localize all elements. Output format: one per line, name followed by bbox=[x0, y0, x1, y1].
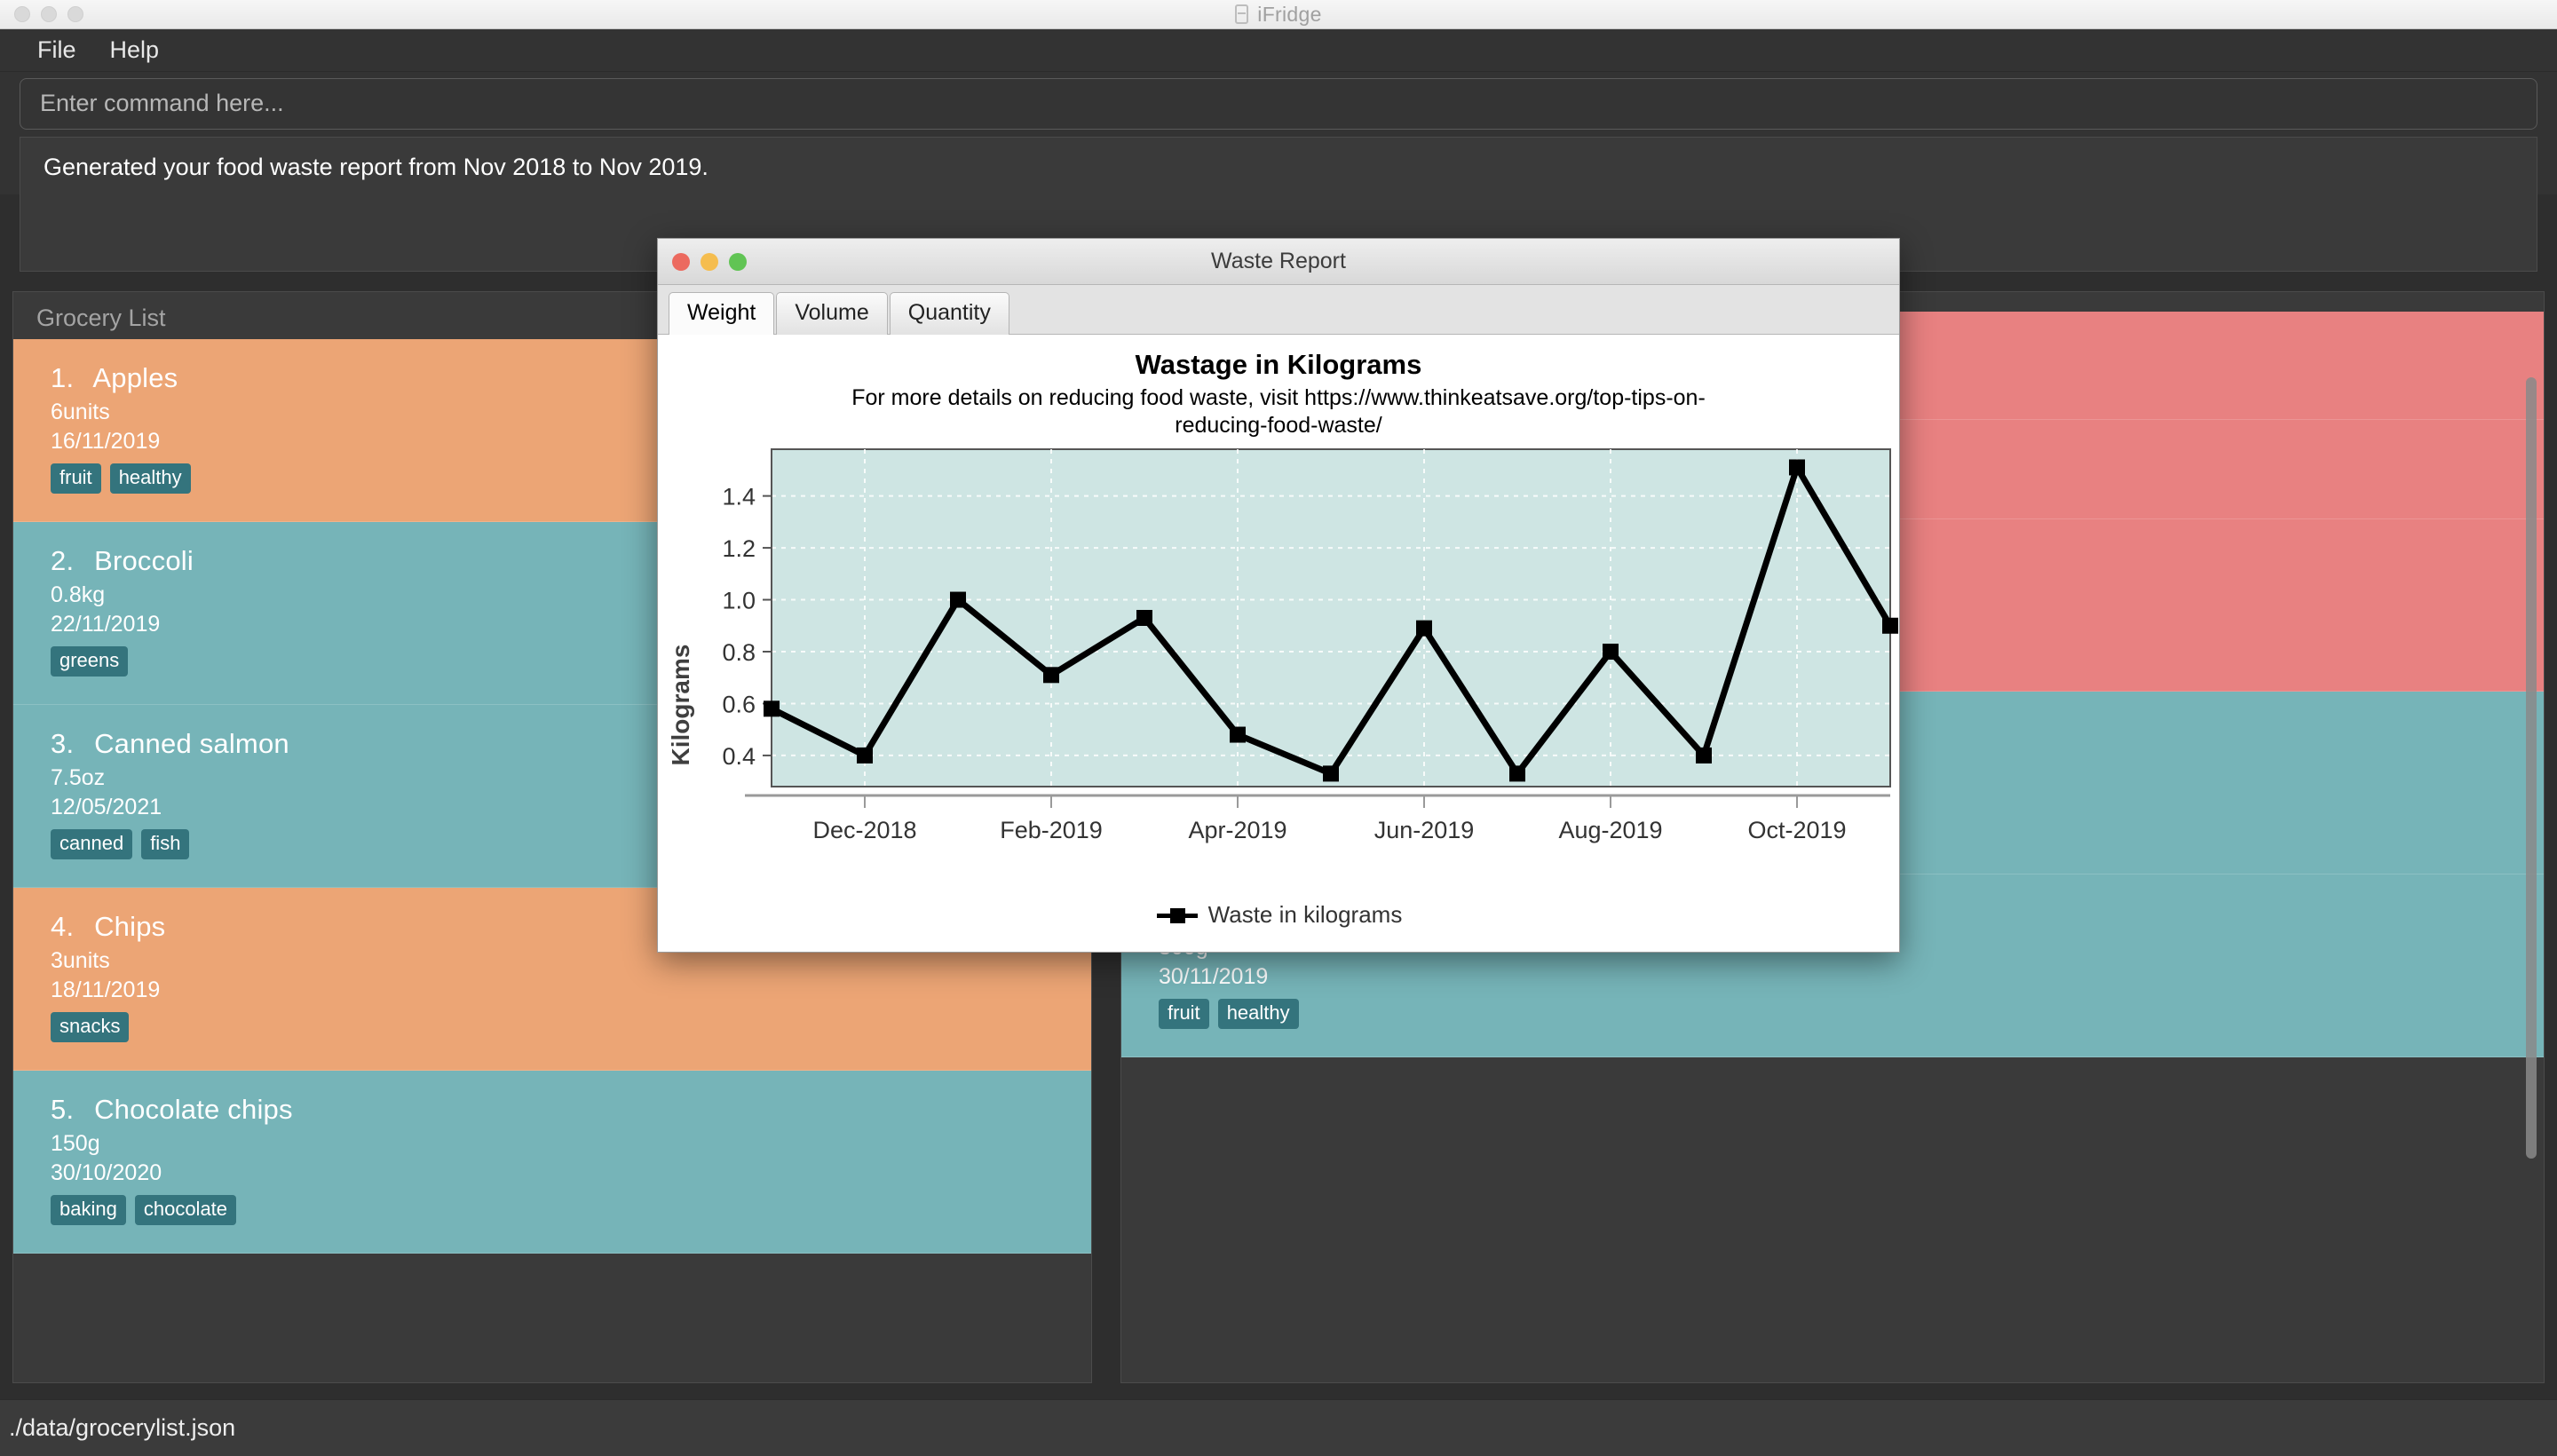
fridge-icon bbox=[1235, 4, 1248, 24]
tag[interactable]: chocolate bbox=[135, 1195, 236, 1225]
item-date: 30/11/2019 bbox=[1159, 962, 2519, 992]
list-item[interactable]: 5. Chocolate chips 150g 30/10/2020 bakin… bbox=[13, 1071, 1091, 1254]
legend-label: Waste in kilograms bbox=[1208, 901, 1403, 929]
status-bar: ./data/grocerylist.json bbox=[0, 1399, 2557, 1456]
svg-text:Feb-2019: Feb-2019 bbox=[1000, 817, 1103, 843]
tag[interactable]: fruit bbox=[51, 463, 101, 494]
dialog-title: Waste Report bbox=[658, 249, 1899, 274]
scrollbar-thumb[interactable] bbox=[2526, 377, 2537, 1159]
item-name: Chips bbox=[94, 911, 165, 942]
tag[interactable]: baking bbox=[51, 1195, 126, 1225]
menu-file[interactable]: File bbox=[25, 35, 89, 66]
item-number: 2. bbox=[51, 545, 74, 576]
item-name: Chocolate chips bbox=[94, 1094, 293, 1125]
item-number: 1. bbox=[51, 362, 74, 393]
tag[interactable]: fish bbox=[141, 829, 189, 859]
fridge-list-scrollbar[interactable] bbox=[2524, 377, 2538, 1283]
svg-text:Jun-2019: Jun-2019 bbox=[1374, 817, 1475, 843]
command-input[interactable] bbox=[20, 78, 2537, 130]
svg-text:Apr-2019: Apr-2019 bbox=[1188, 817, 1286, 843]
svg-text:0.6: 0.6 bbox=[722, 691, 756, 717]
item-name: Broccoli bbox=[94, 545, 194, 576]
app-menubar: File Help bbox=[0, 29, 2557, 72]
item-tags: fruit healthy bbox=[1159, 999, 2519, 1029]
tag[interactable]: canned bbox=[51, 829, 132, 859]
chart-y-axis-label: Kilograms bbox=[667, 645, 695, 766]
svg-text:1.0: 1.0 bbox=[722, 588, 756, 614]
item-date: 18/11/2019 bbox=[51, 976, 1066, 1005]
item-date: 30/10/2020 bbox=[51, 1159, 1066, 1188]
svg-text:Aug-2019: Aug-2019 bbox=[1558, 817, 1662, 843]
item-number: 4. bbox=[51, 911, 74, 942]
item-quantity: 150g bbox=[51, 1129, 1066, 1159]
item-number: 5. bbox=[51, 1094, 74, 1125]
legend-line-marker-icon bbox=[1157, 904, 1198, 927]
tag[interactable]: fruit bbox=[1159, 999, 1209, 1029]
dialog-titlebar[interactable]: Waste Report bbox=[658, 239, 1899, 285]
chart-legend: Waste in kilograms bbox=[658, 901, 1901, 929]
tab-quantity[interactable]: Quantity bbox=[890, 292, 1009, 335]
item-name: Apples bbox=[92, 362, 178, 393]
menu-help[interactable]: Help bbox=[98, 35, 172, 66]
svg-text:0.4: 0.4 bbox=[722, 743, 756, 770]
svg-text:0.8: 0.8 bbox=[722, 639, 756, 666]
svg-text:Dec-2018: Dec-2018 bbox=[812, 817, 916, 843]
console-text: Generated your food waste report from No… bbox=[44, 154, 709, 180]
command-bar bbox=[0, 72, 2557, 135]
tag[interactable]: greens bbox=[51, 646, 128, 677]
chart-subtitle: For more details on reducing food waste,… bbox=[658, 381, 1899, 439]
status-file-path: ./data/grocerylist.json bbox=[9, 1414, 235, 1442]
item-tags: snacks bbox=[51, 1012, 1066, 1042]
item-name: Canned salmon bbox=[94, 728, 289, 759]
tag[interactable]: healthy bbox=[110, 463, 191, 494]
dialog-body: Wastage in Kilograms For more details on… bbox=[658, 335, 1899, 952]
svg-text:Oct-2019: Oct-2019 bbox=[1747, 817, 1846, 843]
item-number: 3. bbox=[51, 728, 74, 759]
tab-weight[interactable]: Weight bbox=[669, 292, 774, 335]
tag[interactable]: healthy bbox=[1218, 999, 1299, 1029]
item-title: 5. Chocolate chips bbox=[51, 1094, 1066, 1126]
window-titlebar: iFridge bbox=[0, 0, 2557, 29]
chart-area: Kilograms 0.4 0.6 0.8 1.0 1.2 1.4 Dec-2018 Feb-… bbox=[658, 439, 1901, 936]
item-tags: baking chocolate bbox=[51, 1195, 1066, 1225]
svg-text:1.2: 1.2 bbox=[722, 535, 756, 562]
waste-line-chart: 0.4 0.6 0.8 1.0 1.2 1.4 Dec-2018 Feb-2019 Apr-20… bbox=[658, 439, 1901, 856]
svg-text:1.4: 1.4 bbox=[722, 484, 756, 510]
dialog-tabs: Weight Volume Quantity bbox=[658, 285, 1899, 335]
tag[interactable]: snacks bbox=[51, 1012, 129, 1042]
tab-volume[interactable]: Volume bbox=[776, 292, 887, 335]
app-root: iFridge File Help Generated your food wa… bbox=[0, 0, 2557, 1456]
chart-title: Wastage in Kilograms bbox=[658, 335, 1899, 381]
window-title-text: iFridge bbox=[1257, 3, 1321, 27]
waste-report-dialog: Waste Report Weight Volume Quantity Wast… bbox=[657, 238, 1900, 953]
window-title: iFridge bbox=[0, 3, 2557, 27]
